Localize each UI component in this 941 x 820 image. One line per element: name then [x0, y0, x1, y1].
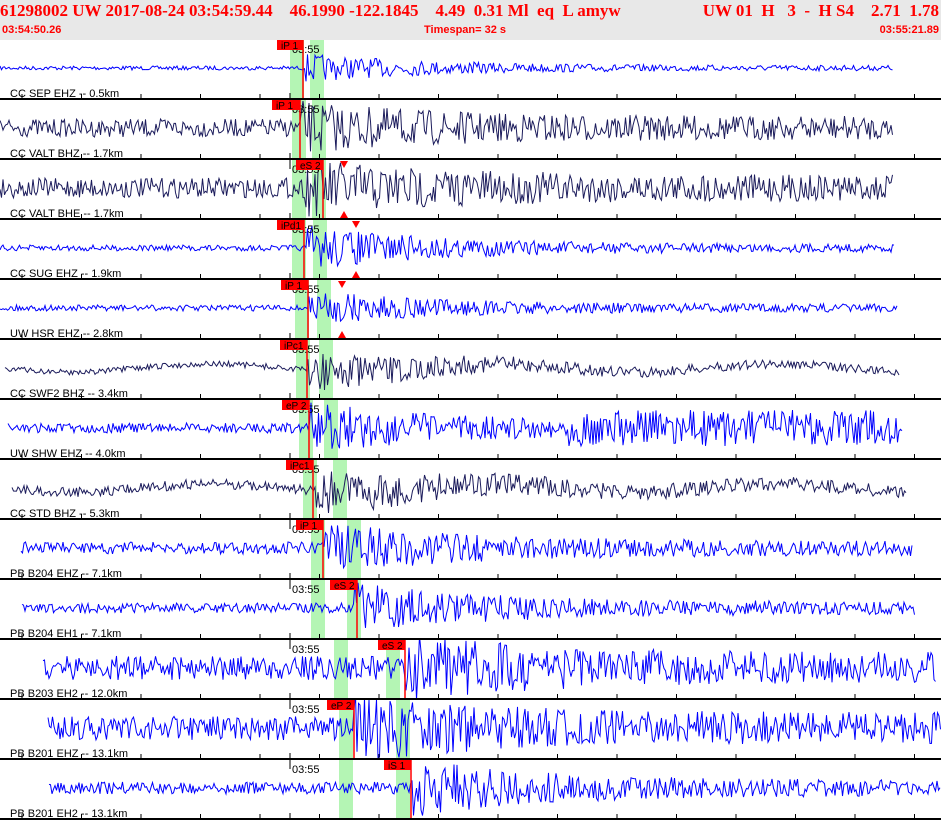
triangle-up-icon[interactable] — [338, 331, 346, 338]
arrival-window — [319, 340, 333, 400]
triangle-up-icon[interactable] — [340, 211, 348, 218]
triangle-up-icon[interactable] — [352, 271, 360, 278]
seismic-waveform — [20, 525, 913, 570]
trace-panel[interactable]: 03:55iP 1PB B204 EHZ -- 7.1km — [0, 520, 941, 580]
seismic-waveform — [0, 225, 895, 268]
seismic-waveform — [11, 471, 907, 514]
minute-label: 03:55 — [292, 704, 320, 716]
trace-panel[interactable]: 03:55iPc1CC SWF2 BHZ -- 3.4km — [0, 340, 941, 400]
seismic-waveform — [0, 293, 898, 323]
arrival-window — [334, 640, 348, 700]
arrival-window — [339, 760, 353, 820]
trace-panel[interactable]: 03:55iPc1CC STD BHZ -- 5.3km — [0, 460, 941, 520]
pick-label: iS 1 — [388, 761, 406, 772]
seismic-waveform — [0, 160, 893, 217]
pick-label: iP 1 — [285, 281, 302, 292]
trace-panel[interactable]: 03:55eP 2UW SHW EHZ -- 4.0km — [0, 400, 941, 460]
pick-label: iPc1 — [290, 461, 310, 472]
seismic-waveform — [21, 581, 915, 628]
seismic-waveform — [0, 53, 893, 82]
pick-label: eS 2 — [334, 581, 355, 592]
trace-panel[interactable]: 03:55eS 2CC VALT BHE -- 1.7km — [0, 160, 941, 220]
triangle-down-icon[interactable] — [338, 281, 346, 288]
seismic-waveform — [48, 764, 941, 816]
trace-panel-list: 03:55 iP 1 CC SEP EHZ -- 0.5km 03:55 iP 1 CC … — [0, 40, 941, 820]
trace-panel[interactable]: 03:55iP 1CC VALT BHZ -- 1.7km — [0, 100, 941, 160]
minute-label: 03:55 — [292, 764, 320, 776]
seismic-waveform — [4, 353, 900, 391]
pick-label: iPc1 — [284, 341, 304, 352]
pick-label: eS 2 — [300, 161, 321, 172]
trace-panel[interactable]: 03:55iP 1CC SEP EHZ -- 0.5km — [0, 40, 941, 100]
trace-panel[interactable]: 03:55 iS 1PB B201 EH2 -- 13.1km — [0, 760, 941, 820]
pick-label: eP 2 — [286, 401, 307, 412]
event-summary-right: UW 01 H 3 - H S4 2.71 1.78 — [702, 1, 939, 20]
seismic-waveform — [0, 101, 893, 152]
pick-label: eS 2 — [382, 641, 403, 652]
event-header: 61298002 UW 2017-08-24 03:54:59.44 46.19… — [0, 0, 941, 40]
seismic-waveform — [47, 700, 941, 760]
pick-label: eP 2 — [331, 701, 352, 712]
seismic-waveform — [7, 402, 903, 449]
start-time: 03:54:50.26 — [2, 24, 62, 36]
minute-label: 03:55 — [292, 644, 320, 656]
minute-label: 03:55 — [292, 584, 320, 596]
triangle-down-icon[interactable] — [352, 221, 360, 228]
seismogram-viewer: 61298002 UW 2017-08-24 03:54:59.44 46.19… — [0, 0, 941, 820]
pick-label: iP 1 — [276, 101, 293, 112]
end-time: 03:55:21.89 — [879, 24, 939, 36]
trace-panel[interactable]: 03:55iP 1UW HSR EHZ -- 2.8km — [0, 280, 941, 340]
pick-label: iP 1 — [281, 41, 298, 52]
trace-panel[interactable]: 03:55iPd1CC SUG EHZ -- 1.9km — [0, 220, 941, 280]
event-summary: 61298002 UW 2017-08-24 03:54:59.44 46.19… — [0, 1, 621, 20]
trace-panel[interactable]: 03:55 eS 2PB B204 EH1 -- 7.1km — [0, 580, 941, 640]
trace-panel[interactable]: 03:55 eP 2PB B201 EHZ -- 13.1km — [0, 700, 941, 760]
timespan: Timespan= 32 s — [424, 24, 507, 36]
seismic-waveform — [42, 640, 936, 700]
pick-label: iP 1 — [300, 521, 317, 532]
pick-label: iPd1 — [281, 221, 301, 232]
trace-panel[interactable]: 03:55 eS 2PB B203 EH2 -- 12.0km — [0, 640, 941, 700]
